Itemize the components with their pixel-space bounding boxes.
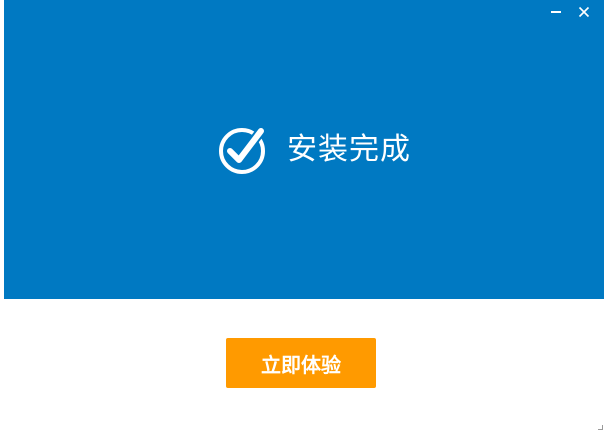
- resize-grip-icon[interactable]: [598, 425, 604, 431]
- completion-banner: 安装完成: [4, 0, 604, 299]
- start-experience-button[interactable]: 立即体验: [226, 338, 376, 388]
- status-text: 安装完成: [287, 132, 411, 167]
- close-button[interactable]: [576, 4, 592, 20]
- close-icon: [578, 6, 590, 18]
- minimize-button[interactable]: [548, 4, 564, 20]
- minimize-icon: [551, 11, 561, 13]
- window-controls: [548, 4, 592, 20]
- install-status: 安装完成: [217, 123, 411, 177]
- installer-window: 安装完成 立即体验: [0, 0, 606, 433]
- check-circle-icon: [219, 126, 266, 174]
